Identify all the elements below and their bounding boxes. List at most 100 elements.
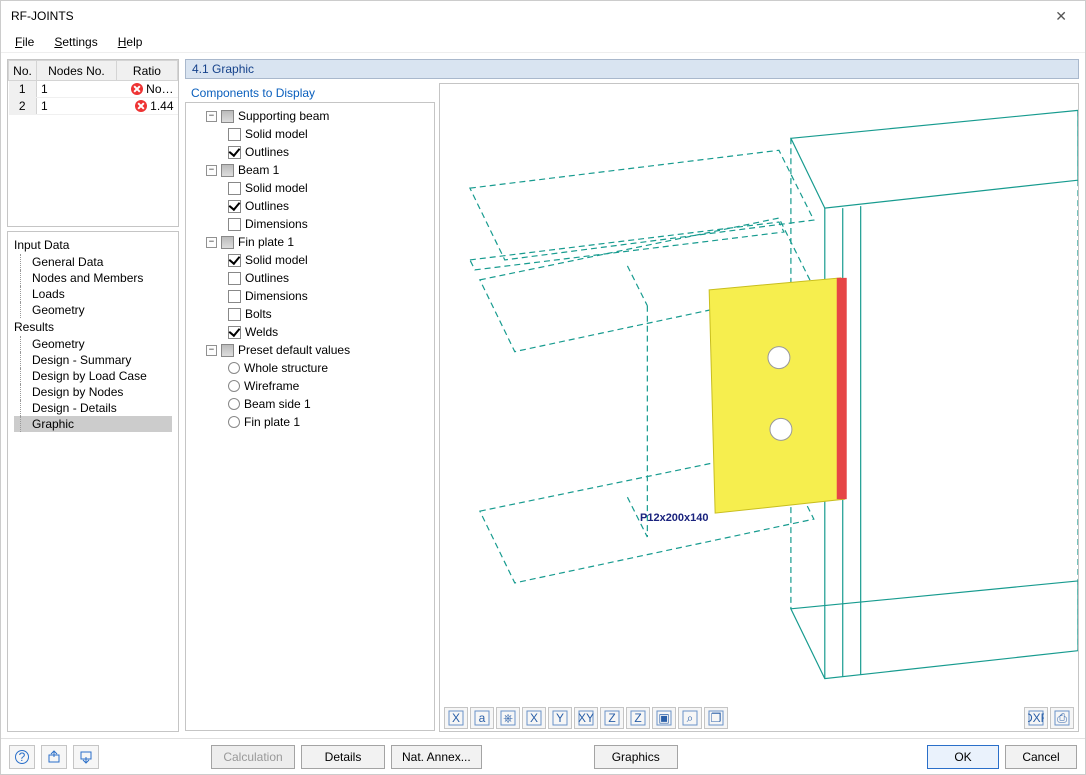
- tree-child[interactable]: Outlines: [188, 143, 432, 161]
- tree-child[interactable]: Solid model: [188, 251, 432, 269]
- expand-icon[interactable]: −: [206, 165, 217, 176]
- details-button[interactable]: Details: [301, 745, 385, 769]
- axis-a-icon[interactable]: a: [470, 707, 494, 729]
- nav-graphic[interactable]: Graphic: [14, 416, 172, 432]
- radio-option[interactable]: [228, 416, 240, 428]
- view-z-icon[interactable]: Z: [600, 707, 624, 729]
- nav-design-details[interactable]: Design - Details: [14, 400, 172, 416]
- tristate-checkbox[interactable]: [221, 344, 234, 357]
- calculation-button[interactable]: Calculation: [211, 745, 295, 769]
- tree-child[interactable]: Outlines: [188, 197, 432, 215]
- tree-child[interactable]: Outlines: [188, 269, 432, 287]
- nav-results-header[interactable]: Results: [14, 320, 172, 334]
- print-icon[interactable]: ⎙: [1050, 707, 1074, 729]
- tristate-checkbox[interactable]: [221, 236, 234, 249]
- tree-node[interactable]: − Beam 1: [188, 161, 432, 179]
- tree-label: Preset default values: [238, 341, 350, 359]
- checkbox[interactable]: [228, 308, 241, 321]
- checkbox[interactable]: [228, 290, 241, 303]
- cancel-button[interactable]: Cancel: [1005, 745, 1077, 769]
- tree-child-label: Welds: [245, 323, 278, 341]
- svg-text:Z: Z: [634, 711, 641, 725]
- checkbox[interactable]: [228, 128, 241, 141]
- checkbox[interactable]: [228, 146, 241, 159]
- tree-node[interactable]: − Preset default values: [188, 341, 432, 359]
- tree-child-label: Wireframe: [244, 377, 299, 395]
- menu-settings[interactable]: Settings: [48, 33, 103, 51]
- menu-help[interactable]: Help: [112, 33, 149, 51]
- export-icon[interactable]: [41, 745, 67, 769]
- col-no[interactable]: No.: [9, 61, 37, 81]
- expand-icon[interactable]: −: [206, 345, 217, 356]
- table-row[interactable]: 1 1 No…: [9, 81, 178, 98]
- checkbox[interactable]: [228, 326, 241, 339]
- table-row[interactable]: 2 1 1.44: [9, 98, 178, 115]
- tree-child[interactable]: Dimensions: [188, 287, 432, 305]
- radio-option[interactable]: [228, 398, 240, 410]
- tree-child[interactable]: Dimensions: [188, 215, 432, 233]
- tree-child[interactable]: Welds: [188, 323, 432, 341]
- radio-option[interactable]: [228, 362, 240, 374]
- nat-annex-button[interactable]: Nat. Annex...: [391, 745, 482, 769]
- expand-icon[interactable]: −: [206, 111, 217, 122]
- tree-child-label: Solid model: [245, 179, 308, 197]
- view-y-icon[interactable]: Y: [548, 707, 572, 729]
- tree-child[interactable]: Fin plate 1: [188, 413, 432, 431]
- cube-icon[interactable]: ▣: [652, 707, 676, 729]
- tree-label: Supporting beam: [238, 107, 329, 125]
- checkbox[interactable]: [228, 200, 241, 213]
- graphics-button[interactable]: Graphics: [594, 745, 678, 769]
- tree-node[interactable]: − Supporting beam: [188, 107, 432, 125]
- tree-child[interactable]: Solid model: [188, 179, 432, 197]
- checkbox[interactable]: [228, 272, 241, 285]
- error-icon: [131, 83, 143, 95]
- zoom-icon[interactable]: ⌕: [678, 707, 702, 729]
- close-icon[interactable]: ✕: [1047, 4, 1075, 29]
- tree-child-label: Fin plate 1: [244, 413, 300, 431]
- col-ratio[interactable]: Ratio: [116, 61, 177, 81]
- nav-loads[interactable]: Loads: [14, 286, 172, 302]
- view-xy-icon[interactable]: XY: [574, 707, 598, 729]
- tree-child[interactable]: Bolts: [188, 305, 432, 323]
- tree-child[interactable]: Solid model: [188, 125, 432, 143]
- nav-geometry-res[interactable]: Geometry: [14, 336, 172, 352]
- import-icon[interactable]: [73, 745, 99, 769]
- nav-geometry-in[interactable]: Geometry: [14, 302, 172, 318]
- nav-general-data[interactable]: General Data: [14, 254, 172, 270]
- nav-tree[interactable]: Input Data General Data Nodes and Member…: [7, 231, 179, 732]
- tree-label: Beam 1: [238, 161, 279, 179]
- results-grid[interactable]: No. Nodes No. Ratio 1 1 No… 2 1: [7, 59, 179, 227]
- tristate-checkbox[interactable]: [221, 164, 234, 177]
- svg-text:a: a: [479, 711, 486, 725]
- tristate-checkbox[interactable]: [221, 110, 234, 123]
- tree-child[interactable]: Wireframe: [188, 377, 432, 395]
- nav-design-nodes[interactable]: Design by Nodes: [14, 384, 172, 400]
- layers-icon[interactable]: ❐: [704, 707, 728, 729]
- nav-nodes-members[interactable]: Nodes and Members: [14, 270, 172, 286]
- view-iso-icon[interactable]: ⎈: [496, 707, 520, 729]
- radio-option[interactable]: [228, 380, 240, 392]
- view-z2-icon[interactable]: Z: [626, 707, 650, 729]
- checkbox[interactable]: [228, 182, 241, 195]
- nav-design-summary[interactable]: Design - Summary: [14, 352, 172, 368]
- help-icon[interactable]: ?: [9, 745, 35, 769]
- expand-icon[interactable]: −: [206, 237, 217, 248]
- menu-file[interactable]: File: [9, 33, 40, 51]
- tree-child[interactable]: Whole structure: [188, 359, 432, 377]
- col-nodes[interactable]: Nodes No.: [37, 61, 117, 81]
- dimension-label: P12x200x140: [640, 512, 709, 524]
- nav-input-header[interactable]: Input Data: [14, 238, 172, 252]
- view-x-icon[interactable]: X: [522, 707, 546, 729]
- components-tree[interactable]: −Supporting beamSolid modelOutlines−Beam…: [185, 102, 435, 731]
- nav-design-lc[interactable]: Design by Load Case: [14, 368, 172, 384]
- dxf-icon[interactable]: DXF: [1024, 707, 1048, 729]
- tree-child[interactable]: Beam side 1: [188, 395, 432, 413]
- axis-x-icon[interactable]: X: [444, 707, 468, 729]
- graphic-viewport[interactable]: P12x200x140: [440, 84, 1078, 705]
- checkbox[interactable]: [228, 218, 241, 231]
- tree-label: Fin plate 1: [238, 233, 294, 251]
- ok-button[interactable]: OK: [927, 745, 999, 769]
- checkbox[interactable]: [228, 254, 241, 267]
- tree-child-label: Solid model: [245, 251, 308, 269]
- tree-node[interactable]: − Fin plate 1: [188, 233, 432, 251]
